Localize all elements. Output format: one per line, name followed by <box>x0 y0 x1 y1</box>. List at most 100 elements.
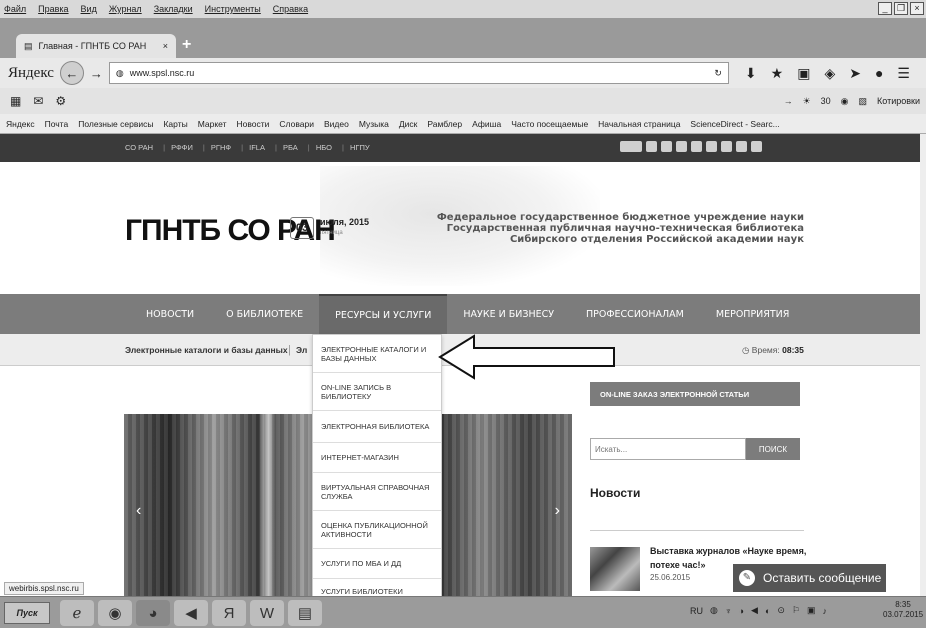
search-input[interactable] <box>590 438 746 460</box>
dropdown-item[interactable]: ЭЛЕКТРОННАЯ БИБЛИОТЕКА <box>313 411 441 443</box>
link-rba[interactable]: РБА <box>275 143 298 152</box>
bookmark-mail[interactable]: Почта <box>45 119 69 129</box>
bookmark-video[interactable]: Видео <box>324 119 349 129</box>
minimize-icon[interactable]: _ <box>878 2 892 15</box>
menu-edit[interactable]: Правка <box>38 4 68 14</box>
social-icon[interactable] <box>646 141 657 152</box>
media-player-icon[interactable]: ◀ <box>174 600 208 626</box>
taskbar-clock[interactable]: 8:35 03.07.2015 <box>883 600 923 620</box>
send-icon[interactable]: ➤ <box>849 65 861 82</box>
link-rgnf[interactable]: РГНФ <box>203 143 231 152</box>
news-thumbnail[interactable] <box>590 547 640 591</box>
tray-icon[interactable]: ◐ <box>765 606 770 616</box>
bookmark-frequent[interactable]: Часто посещаемые <box>511 119 588 129</box>
bookmark-afisha[interactable]: Афиша <box>472 119 501 129</box>
nav-science-business[interactable]: НАУКЕ И БИЗНЕСУ <box>447 294 570 334</box>
restore-icon[interactable]: ❐ <box>894 2 908 15</box>
star-icon[interactable]: ★ <box>771 65 784 82</box>
network-icon[interactable]: ▣ <box>807 605 816 616</box>
leave-message-button[interactable]: ✎ Оставить сообщение <box>733 564 886 592</box>
yandex-browser-icon[interactable]: Я <box>212 600 246 626</box>
link-ngpu[interactable]: НГПУ <box>342 143 370 152</box>
volume-icon[interactable]: ◀ <box>751 605 758 616</box>
bookmark-sciencedirect[interactable]: ScienceDirect - Searc... <box>690 119 779 129</box>
bookmark-disk[interactable]: Диск <box>399 119 417 129</box>
facebook-icon[interactable] <box>736 141 747 152</box>
chat-icon[interactable]: ● <box>875 65 883 82</box>
link-rffi[interactable]: РФФИ <box>163 143 193 152</box>
firefox-icon[interactable]: ◕ <box>136 600 170 626</box>
social-icon[interactable] <box>691 141 702 152</box>
tray-icon[interactable]: ♆ <box>725 606 732 616</box>
menu-file[interactable]: Файл <box>4 4 26 14</box>
new-tab-button[interactable]: + <box>182 36 191 54</box>
word-icon[interactable]: W <box>250 600 284 626</box>
menu-view[interactable]: Вид <box>81 4 97 14</box>
menu-help[interactable]: Справка <box>273 4 308 14</box>
menu-history[interactable]: Журнал <box>109 4 142 14</box>
dropdown-item[interactable]: ON-LINE ЗАПИСЬ В БИБЛИОТЕКУ <box>313 373 441 411</box>
subnav-partial[interactable]: Эл <box>296 345 307 355</box>
slider-prev-icon[interactable]: ‹ <box>136 502 141 520</box>
nav-professionals[interactable]: ПРОФЕССИОНАЛАМ <box>570 294 700 334</box>
flag-icon[interactable]: ⚐ <box>792 605 800 616</box>
dropdown-item[interactable]: УСЛУГИ ПО МБА И ДД <box>313 549 441 579</box>
social-icon[interactable] <box>721 141 732 152</box>
rss-icon[interactable] <box>751 141 762 152</box>
subnav-catalogs[interactable]: Электронные каталоги и базы данных <box>125 345 288 355</box>
login-icon[interactable]: → <box>784 96 793 106</box>
kotirovki-label[interactable]: Котировки <box>877 96 920 106</box>
files-icon[interactable]: ▤ <box>288 600 322 626</box>
social-icon[interactable] <box>706 141 717 152</box>
bookmark-music[interactable]: Музыка <box>359 119 389 129</box>
clipboard-icon[interactable]: ▣ <box>797 65 810 82</box>
settings-icon[interactable]: ⚙ <box>55 94 66 108</box>
social-icon[interactable] <box>676 141 687 152</box>
dropdown-item[interactable]: ЭЛЕКТРОННЫЕ КАТАЛОГИ И БАЗЫ ДАННЫХ <box>313 335 441 373</box>
dropdown-item[interactable]: ИНТЕРНЕТ-МАГАЗИН <box>313 443 441 473</box>
bookmark-homepage[interactable]: Начальная страница <box>598 119 680 129</box>
menu-tools[interactable]: Инструменты <box>205 4 261 14</box>
sound-icon[interactable]: ♪ <box>823 606 828 616</box>
reader-icon[interactable]: ▦ <box>10 94 21 108</box>
nav-resources[interactable]: РЕСУРСЫ И УСЛУГИ <box>319 294 448 334</box>
nav-events[interactable]: МЕРОПРИЯТИЯ <box>700 294 806 334</box>
pocket-icon[interactable]: ◈ <box>824 65 835 82</box>
link-nbo[interactable]: НБО <box>308 143 332 152</box>
bookmark-dictionaries[interactable]: Словари <box>279 119 314 129</box>
dropdown-item[interactable]: ВИРТУАЛЬНАЯ СПРАВОЧНАЯ СЛУЖБА <box>313 473 441 511</box>
ie-icon[interactable]: ℯ <box>60 600 94 626</box>
chrome-icon[interactable]: ◉ <box>98 600 132 626</box>
order-article-button[interactable]: ON-LINE ЗАКАЗ ЭЛЕКТРОННОЙ СТАТЬИ <box>590 382 800 406</box>
forward-button[interactable]: → <box>90 66 103 81</box>
yandex-logo[interactable]: Яндекс <box>8 65 54 82</box>
link-soran[interactable]: СО РАН <box>125 143 153 152</box>
nav-about[interactable]: О БИБЛИОТЕКЕ <box>210 294 319 334</box>
link-ifla[interactable]: IFLA <box>241 143 265 152</box>
nav-news[interactable]: НОВОСТИ <box>130 294 210 334</box>
slider-next-icon[interactable]: › <box>555 502 560 520</box>
start-button[interactable]: Пуск <box>4 602 50 624</box>
back-button[interactable]: ← <box>59 61 84 85</box>
search-button[interactable]: ПОИСК <box>746 438 800 460</box>
reload-icon[interactable]: ↻ <box>714 68 722 79</box>
menu-bookmarks[interactable]: Закладки <box>154 4 193 14</box>
info-icon[interactable]: ◉ <box>841 96 849 107</box>
download-icon[interactable]: ⬇ <box>745 65 757 82</box>
language-indicator[interactable]: RU <box>690 606 703 616</box>
tray-icon[interactable]: ◑ <box>739 606 744 616</box>
bookmark-news[interactable]: Новости <box>237 119 270 129</box>
url-bar[interactable]: ◍ www.spsl.nsc.ru ↻ <box>108 62 729 84</box>
bookmark-yandex[interactable]: Яндекс <box>6 119 35 129</box>
mail-icon[interactable]: ✉ <box>33 94 43 108</box>
bookmark-market[interactable]: Маркет <box>198 119 227 129</box>
uk-flag-icon[interactable] <box>620 141 642 152</box>
social-icon[interactable] <box>661 141 672 152</box>
tray-icon[interactable]: ◍ <box>710 605 718 616</box>
bookmark-rambler[interactable]: Рамблер <box>427 119 462 129</box>
dropdown-item[interactable]: УСЛУГИ БИБЛИОТЕКИ <box>313 579 441 596</box>
bookmark-services[interactable]: Полезные сервисы <box>78 119 153 129</box>
tab-close-icon[interactable]: × <box>163 41 168 51</box>
page-scrollbar[interactable] <box>920 134 926 596</box>
menu-icon[interactable]: ☰ <box>897 65 910 82</box>
